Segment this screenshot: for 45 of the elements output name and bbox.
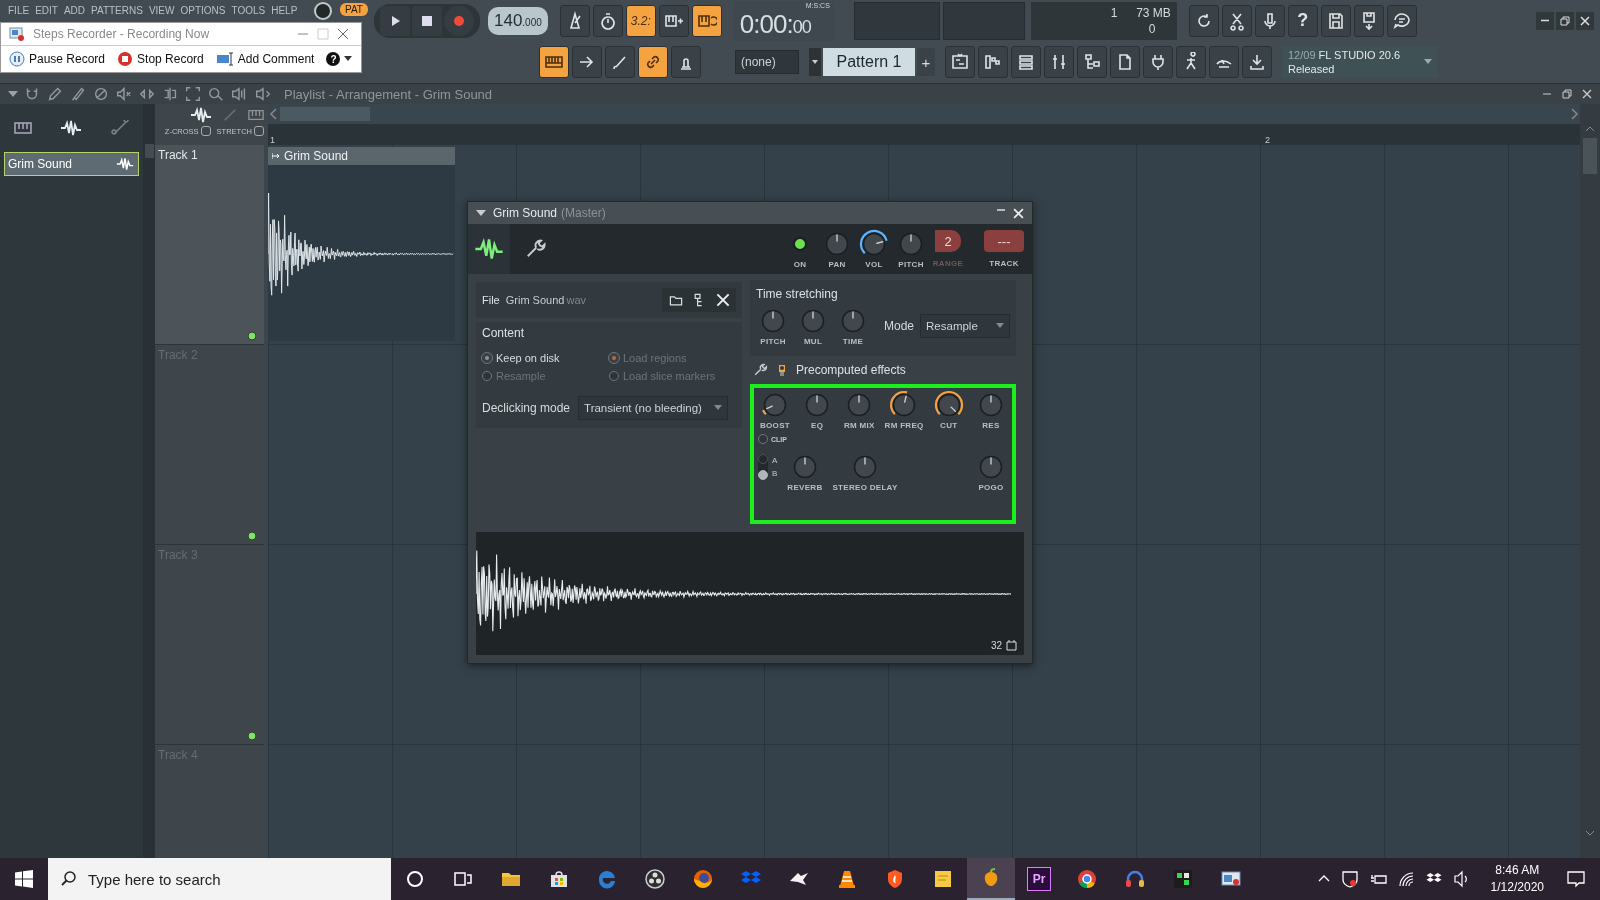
clock-date: 1/12/2020 <box>1490 879 1544 896</box>
plugin-subtitle: (Master) <box>561 206 606 220</box>
memory-usage: 73 MB <box>1136 5 1171 20</box>
cpu-usage: 0 <box>1148 21 1156 36</box>
file-name: Grim Sound <box>505 294 565 306</box>
news-date: 12/09 <box>1288 49 1316 62</box>
time-value: 0:00:00 <box>739 9 811 41</box>
window-title: Playlist - Arrangement - Grim Sound <box>284 86 493 102</box>
clip-name: Grim Sound <box>284 149 349 163</box>
knob-label: PITCH <box>760 337 786 346</box>
section-title: Time stretching <box>756 287 838 301</box>
mode-label: Mode <box>884 319 915 333</box>
knob-label: CUT <box>940 421 958 430</box>
news-status: Released <box>1288 62 1335 77</box>
knob-label: RM FREQ <box>884 421 924 430</box>
voice-count: 1 <box>1110 5 1118 20</box>
knob-label: MUL <box>803 337 823 346</box>
knob-label: PAN <box>828 260 846 269</box>
knob-label: RANGE <box>932 259 964 268</box>
knob-label: REVERB <box>787 483 823 492</box>
window-title: Steps Recorder - Recording Now <box>33 27 210 41</box>
knob-label: STEREO DELAY <box>832 483 898 492</box>
knob-label: RES <box>982 421 1000 430</box>
clock-time: 8:46 AM <box>1495 862 1540 879</box>
knob-label: TRACK <box>989 259 1019 268</box>
file-extension: wav <box>566 294 586 306</box>
bar-number: 2 <box>1264 135 1271 145</box>
news-title: FL STUDIO 20.6 <box>1318 49 1401 62</box>
knob-label: EQ <box>811 421 824 430</box>
knob-label: RM MIX <box>844 421 875 430</box>
declicking-label: Declicking mode <box>482 401 571 415</box>
knob-label: VOL <box>865 260 883 269</box>
zoom-level: 32 <box>990 639 1002 651</box>
switch-label: A <box>772 456 778 465</box>
section-title: Content <box>482 326 526 340</box>
switch-label: B <box>772 469 778 478</box>
knob-label: POGO <box>978 483 1004 492</box>
knob-label: BOOST <box>760 421 790 430</box>
section-title: Precomputed effects <box>796 363 906 377</box>
plugin-title: Grim Sound <box>493 206 558 220</box>
bar-number: 1 <box>269 135 276 145</box>
knob-label: ON <box>793 260 807 269</box>
knob-label: TIME <box>842 337 864 346</box>
knob-label: PITCH <box>898 260 924 269</box>
file-label: File <box>482 294 500 306</box>
